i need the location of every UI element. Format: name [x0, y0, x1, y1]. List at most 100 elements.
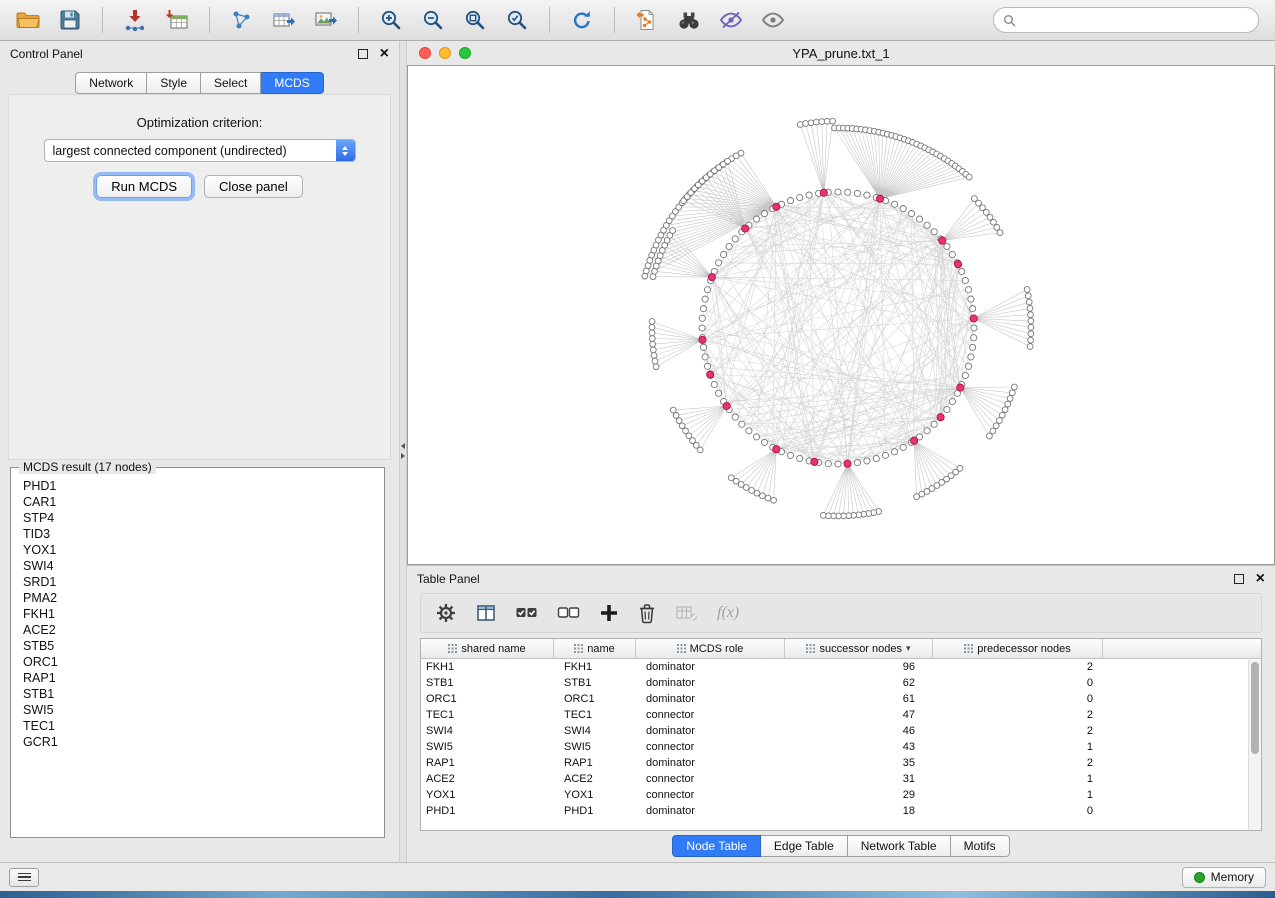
network-node[interactable] — [908, 211, 914, 217]
network-node[interactable] — [787, 452, 793, 458]
network-hub-node[interactable] — [699, 336, 706, 343]
network-node[interactable] — [754, 490, 760, 496]
table-settings-button[interactable] — [435, 602, 457, 624]
network-canvas[interactable] — [407, 65, 1275, 565]
network-node[interactable] — [704, 287, 710, 293]
network-node[interactable] — [1026, 299, 1032, 305]
network-node[interactable] — [711, 381, 717, 387]
network-node[interactable] — [854, 460, 860, 466]
network-node[interactable] — [649, 324, 655, 330]
network-node[interactable] — [914, 494, 920, 500]
network-node[interactable] — [1002, 407, 1008, 413]
network-node[interactable] — [787, 198, 793, 204]
network-node[interactable] — [962, 372, 968, 378]
column-header-name[interactable]: name — [554, 639, 636, 658]
network-node[interactable] — [997, 418, 1003, 424]
panel-menu-button[interactable] — [9, 868, 39, 887]
network-node[interactable] — [726, 243, 732, 249]
network-node[interactable] — [965, 287, 971, 293]
network-hub-node[interactable] — [844, 460, 851, 467]
network-node[interactable] — [924, 428, 930, 434]
network-node[interactable] — [891, 201, 897, 207]
network-node[interactable] — [739, 421, 745, 427]
network-node[interactable] — [814, 119, 820, 125]
zoom-selected-button[interactable] — [499, 4, 535, 36]
table-scrollbar[interactable] — [1248, 660, 1261, 830]
mcds-node-item[interactable]: YOX1 — [23, 542, 382, 558]
table-row[interactable]: PHD1PHD1dominator180 — [421, 803, 1261, 819]
network-node[interactable] — [900, 444, 906, 450]
network-node[interactable] — [1012, 384, 1018, 390]
network-node[interactable] — [753, 216, 759, 222]
mcds-node-item[interactable]: TID3 — [23, 526, 382, 542]
mcds-node-item[interactable]: FKH1 — [23, 606, 382, 622]
network-node[interactable] — [761, 211, 767, 217]
network-node[interactable] — [987, 433, 993, 439]
network-node[interactable] — [845, 189, 851, 195]
network-node[interactable] — [702, 296, 708, 302]
network-node[interactable] — [649, 319, 655, 325]
network-node[interactable] — [962, 277, 968, 283]
network-node[interactable] — [725, 158, 731, 164]
tab-network[interactable]: Network — [75, 72, 147, 94]
mcds-node-item[interactable]: TEC1 — [23, 718, 382, 734]
network-node[interactable] — [971, 335, 977, 341]
mcds-node-item[interactable]: SWI4 — [23, 558, 382, 574]
table-row[interactable]: RAP1RAP1dominator352 — [421, 755, 1261, 771]
export-image-button[interactable] — [308, 4, 344, 36]
network-node[interactable] — [670, 228, 676, 234]
network-node[interactable] — [1025, 293, 1031, 299]
network-hub-node[interactable] — [820, 189, 827, 196]
network-node[interactable] — [999, 412, 1005, 418]
network-node[interactable] — [699, 325, 705, 331]
mcds-node-item[interactable]: RAP1 — [23, 670, 382, 686]
table-row[interactable]: SWI4SWI4dominator462 — [421, 723, 1261, 739]
refresh-button[interactable] — [564, 4, 600, 36]
run-mcds-button[interactable]: Run MCDS — [96, 175, 192, 198]
network-node[interactable] — [965, 363, 971, 369]
network-node[interactable] — [971, 325, 977, 331]
splitter-handle-icon[interactable] — [400, 443, 406, 459]
network-node[interactable] — [760, 493, 766, 499]
network-node[interactable] — [649, 330, 655, 336]
network-node[interactable] — [900, 206, 906, 212]
close-panel-button[interactable]: Close panel — [204, 175, 303, 198]
mcds-node-item[interactable]: SWI5 — [23, 702, 382, 718]
delete-column-button[interactable] — [637, 602, 657, 624]
network-node[interactable] — [700, 344, 706, 350]
zoom-fit-button[interactable] — [457, 4, 493, 36]
network-node[interactable] — [882, 452, 888, 458]
network-node[interactable] — [738, 150, 744, 156]
network-hub-node[interactable] — [707, 371, 714, 378]
network-node[interactable] — [797, 455, 803, 461]
network-node[interactable] — [949, 398, 955, 404]
column-header-shared-name[interactable]: shared name — [421, 639, 554, 658]
network-node[interactable] — [1024, 287, 1030, 293]
network-node[interactable] — [854, 190, 860, 196]
network-node[interactable] — [864, 458, 870, 464]
network-hub-node[interactable] — [742, 225, 749, 232]
tab-mcds[interactable]: MCDS — [261, 72, 323, 94]
hide-elements-button[interactable] — [713, 4, 749, 36]
network-node[interactable] — [650, 347, 656, 353]
network-node[interactable] — [819, 119, 825, 125]
network-node[interactable] — [825, 461, 831, 467]
tab-motifs[interactable]: Motifs — [951, 835, 1010, 857]
network-node[interactable] — [716, 260, 722, 266]
network-node[interactable] — [699, 315, 705, 321]
network-node[interactable] — [673, 413, 679, 419]
network-node[interactable] — [676, 418, 682, 424]
network-node[interactable] — [994, 225, 1000, 231]
network-node[interactable] — [966, 174, 972, 180]
criterion-dropdown[interactable]: largest connected component (undirected) — [44, 139, 356, 162]
network-node[interactable] — [997, 230, 1003, 236]
mcds-node-item[interactable]: CAR1 — [23, 494, 382, 510]
network-node[interactable] — [830, 118, 836, 124]
select-all-button[interactable] — [515, 603, 539, 623]
network-node[interactable] — [651, 353, 657, 359]
column-header-successor-nodes[interactable]: successor nodes▾ — [785, 639, 933, 658]
search-network-button[interactable] — [671, 4, 707, 36]
network-node[interactable] — [753, 434, 759, 440]
column-header-predecessor-nodes[interactable]: predecessor nodes — [933, 639, 1103, 658]
export-network-button[interactable] — [224, 4, 260, 36]
